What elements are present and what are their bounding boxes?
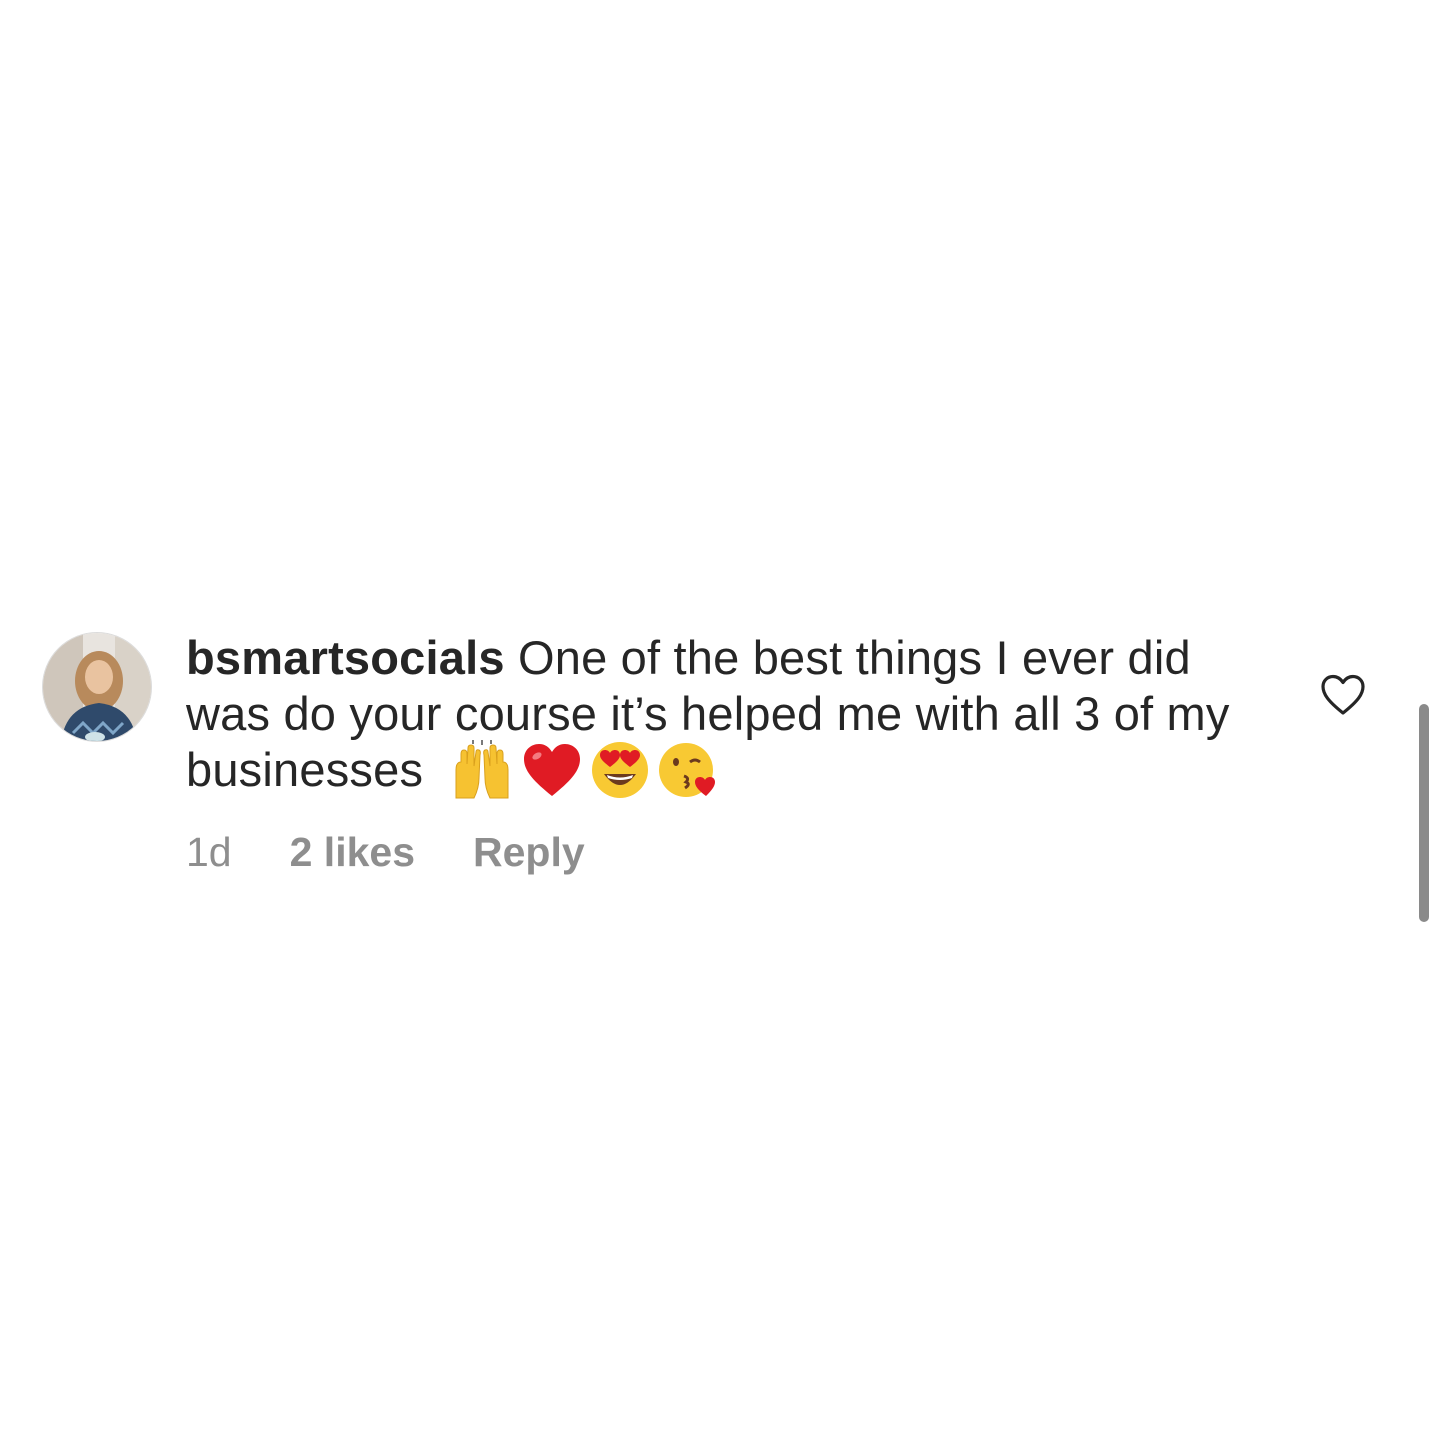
raising-hands-icon [455,739,509,799]
comment-meta: 1d 2 likes Reply [186,824,585,880]
comment-username[interactable]: bsmartsocials [186,631,505,684]
scrollbar[interactable] [1419,704,1429,922]
likes-count-link[interactable]: 2 likes [290,829,415,876]
emoji-row [450,739,718,800]
reply-button[interactable]: Reply [473,829,585,876]
comment-timestamp: 1d [186,828,232,875]
heart-eyes-icon [592,741,649,798]
red-heart-icon [524,743,581,796]
comment-item: bsmartsocials One of the best things I e… [0,0,1440,1440]
comment-body: bsmartsocials One of the best things I e… [186,630,1246,804]
heart-outline-icon[interactable] [1320,674,1366,716]
avatar-image [43,633,151,741]
face-blowing-kiss-icon [659,742,716,797]
avatar[interactable] [42,632,152,742]
